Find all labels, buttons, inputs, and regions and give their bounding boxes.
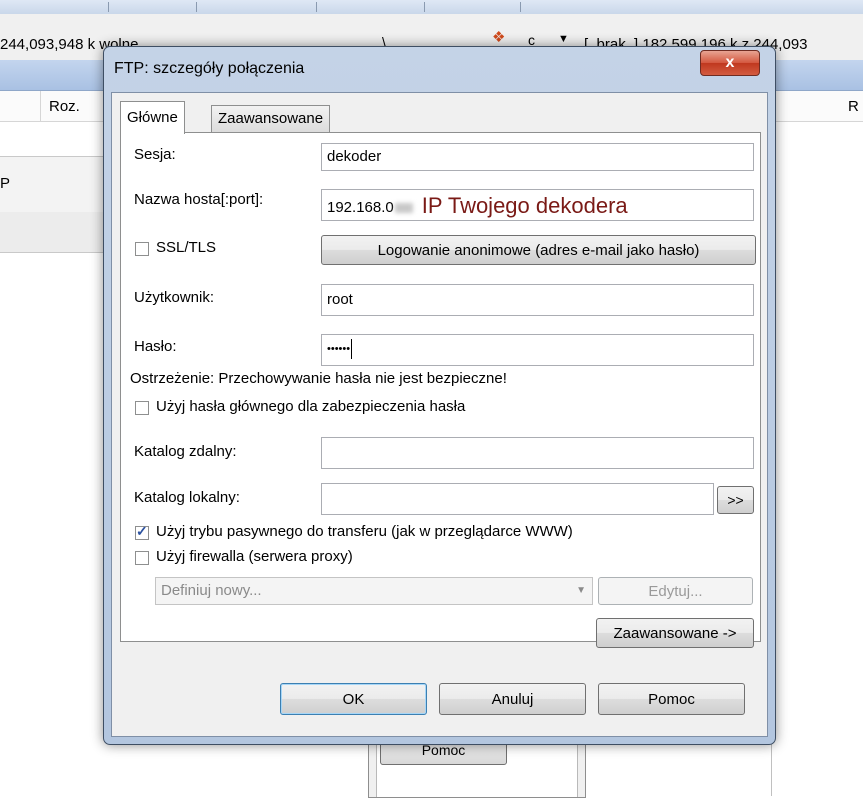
background-right-panel	[771, 250, 863, 796]
remote-dir-input[interactable]	[321, 437, 754, 469]
left-item-label: P	[0, 175, 11, 192]
edit-proxy-button[interactable]: Edytuj...	[598, 577, 753, 605]
passive-mode-checkbox[interactable]	[135, 523, 149, 540]
proxy-select[interactable]: Definiuj nowy... ▼	[155, 577, 593, 605]
toolbar-separator	[424, 2, 425, 12]
help-button[interactable]: Pomoc	[598, 683, 745, 715]
close-button[interactable]: x	[700, 50, 760, 76]
session-input[interactable]: dekoder	[321, 143, 754, 171]
local-dir-input[interactable]	[321, 483, 714, 515]
toolbar-separator	[196, 2, 197, 12]
ssl-label: SSL/TLS	[156, 239, 217, 256]
background-toolbar-strip	[0, 0, 863, 15]
chevron-down-icon: ▼	[558, 33, 569, 45]
column-separator	[40, 91, 41, 121]
host-value: 192.168.0	[327, 199, 394, 216]
passive-mode-label: Użyj trybu pasywnego do transferu (jak w…	[156, 523, 573, 540]
remote-dir-label: Katalog zdalny:	[134, 443, 237, 460]
master-password-checkbox[interactable]	[135, 401, 149, 415]
session-label: Sesja:	[134, 146, 176, 163]
host-masked-part	[394, 203, 413, 214]
column-header-size[interactable]: Roz.	[49, 98, 80, 115]
chevron-down-icon: ▼	[576, 585, 586, 596]
column-header-right[interactable]: R	[848, 98, 859, 115]
dialog-title: FTP: szczegóły połączenia	[114, 60, 305, 77]
tab-advanced[interactable]: Zaawansowane	[211, 105, 331, 132]
cancel-button[interactable]: Anuluj	[439, 683, 586, 715]
toolbar-separator	[520, 2, 521, 12]
dialog-client-area: Główne Zaawansowane Sesja: dekoder Nazwa…	[111, 92, 768, 737]
anonymous-login-button[interactable]: Logowanie anonimowe (adres e-mail jako h…	[321, 235, 756, 265]
toolbar-separator	[108, 2, 109, 12]
tab-general[interactable]: Główne	[120, 101, 185, 134]
close-icon: x	[725, 54, 735, 71]
text-caret	[351, 339, 353, 360]
user-input[interactable]: root	[321, 284, 754, 316]
dialog-titlebar[interactable]: FTP: szczegóły połączenia x	[104, 47, 775, 93]
master-password-label: Użyj hasła głównego dla zabezpieczenia h…	[156, 398, 466, 415]
advanced-button[interactable]: Zaawansowane ->	[596, 618, 754, 648]
ftp-connection-dialog: FTP: szczegóły połączenia x Główne Zaawa…	[103, 46, 776, 745]
windows-flag-icon: ❖	[492, 29, 506, 46]
password-input[interactable]: ••••••	[321, 334, 754, 366]
local-dir-label: Katalog lokalny:	[134, 489, 240, 506]
host-annotation: IP Twojego dekodera	[421, 193, 628, 218]
host-input[interactable]: 192.168.0 IP Twojego dekodera	[321, 189, 754, 221]
general-tab-panel: Sesja: dekoder Nazwa hosta[:port]: 192.1…	[120, 132, 761, 648]
background-left-item[interactable]: P	[0, 156, 105, 214]
firewall-label: Użyj firewalla (serwera proxy)	[156, 548, 353, 565]
password-value: ••••••	[327, 343, 351, 355]
password-label: Hasło:	[134, 338, 177, 355]
host-label: Nazwa hosta[:port]:	[134, 191, 264, 208]
drive-selector[interactable]: ❖ c ▼	[488, 28, 578, 48]
background-left-strip	[0, 212, 105, 253]
password-warning: Ostrzeżenie: Przechowywanie hasła nie je…	[130, 370, 507, 387]
browse-local-dir-button[interactable]: >>	[717, 486, 754, 514]
user-label: Użytkownik:	[134, 289, 215, 306]
toolbar-separator	[316, 2, 317, 12]
ok-button[interactable]: OK	[280, 683, 427, 715]
ssl-checkbox[interactable]	[135, 242, 149, 256]
proxy-select-value: Definiuj nowy...	[161, 582, 262, 599]
firewall-checkbox[interactable]	[135, 551, 149, 565]
